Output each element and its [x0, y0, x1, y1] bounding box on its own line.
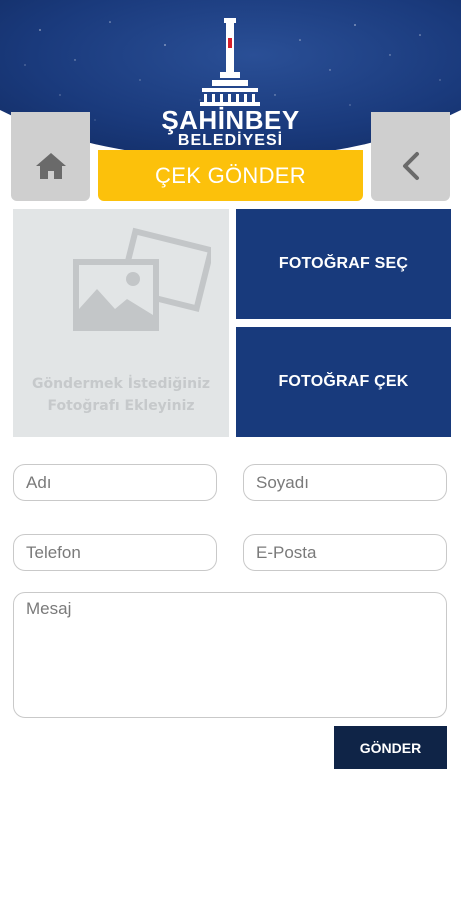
phone-input[interactable]: [13, 534, 217, 571]
photo-hint-line1: Göndermek İstediğiniz: [31, 376, 211, 392]
capture-photo-button[interactable]: FOTOĞRAF ÇEK: [236, 327, 451, 437]
surname-input[interactable]: [243, 464, 447, 501]
home-icon: [35, 153, 66, 179]
monument-icon: [200, 18, 260, 106]
photo-hint-line2: Fotoğrafı Ekleyiniz: [47, 398, 195, 414]
select-photo-button[interactable]: FOTOĞRAF SEÇ: [236, 209, 451, 319]
back-button[interactable]: [371, 112, 450, 201]
home-button[interactable]: [11, 112, 90, 201]
email-input[interactable]: [243, 534, 447, 571]
message-textarea[interactable]: [13, 592, 447, 718]
name-input[interactable]: [13, 464, 217, 501]
send-button[interactable]: GÖNDER: [334, 726, 447, 769]
photo-placeholder-icon: [73, 227, 211, 331]
chevron-left-icon: [402, 152, 419, 180]
photo-preview[interactable]: Göndermek İstediğiniz Fotoğrafı Ekleyini…: [13, 209, 229, 437]
photo-hint: Göndermek İstediğiniz Fotoğrafı Ekleyini…: [13, 373, 229, 417]
page-title: ÇEK GÖNDER: [98, 150, 363, 201]
